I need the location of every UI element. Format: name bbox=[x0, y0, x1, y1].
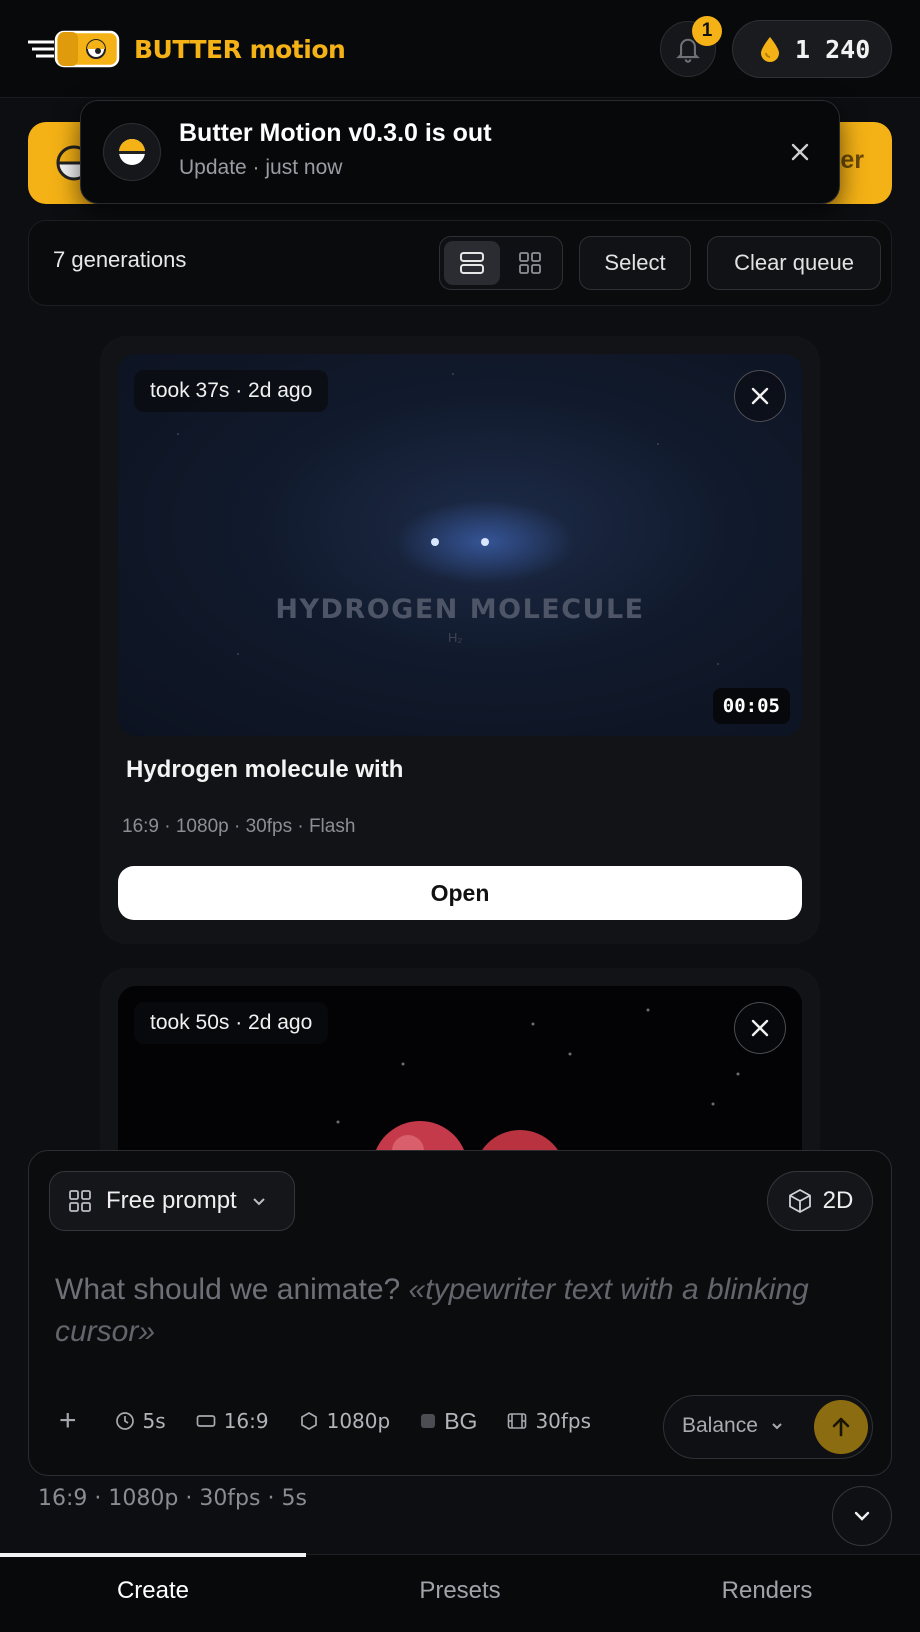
toast-title: Butter Motion v0.3.0 is out bbox=[179, 119, 492, 147]
grid-view-icon bbox=[519, 252, 541, 274]
grid-icon bbox=[69, 1190, 91, 1212]
chevron-down-icon bbox=[772, 1423, 782, 1430]
list-view-icon bbox=[460, 252, 484, 274]
toast-subtitle: Update · just now bbox=[179, 156, 343, 179]
update-toast: Butter Motion v0.3.0 is out Update · jus… bbox=[80, 100, 840, 204]
clock-icon bbox=[115, 1412, 134, 1430]
add-attachment-button[interactable]: + bbox=[59, 1404, 77, 1438]
duration-value: 5s bbox=[142, 1409, 166, 1433]
prompt-placeholder-lead: What should we animate? bbox=[55, 1273, 401, 1306]
dimension-toggle[interactable]: 2D bbox=[767, 1171, 873, 1231]
send-controls: Balance bbox=[663, 1395, 873, 1459]
arrow-up-icon bbox=[832, 1417, 850, 1437]
duration-badge: 00:05 bbox=[712, 688, 790, 724]
banner-action-label[interactable]: er bbox=[840, 146, 864, 175]
generations-toolbar: 7 generations Select Clear queue bbox=[28, 220, 892, 306]
remove-generation-button[interactable] bbox=[734, 370, 786, 422]
generation-time-badge: took 37s · 2d ago bbox=[134, 370, 329, 412]
app-header: BUTTER motion 1 1 240 bbox=[0, 0, 920, 98]
close-icon bbox=[751, 1019, 769, 1037]
background-swatch-icon bbox=[421, 1414, 436, 1428]
video-caption: HYDROGEN MOLECULE bbox=[275, 594, 645, 625]
remove-generation-button[interactable] bbox=[734, 1002, 786, 1054]
bottom-navigation: Create Presets Renders bbox=[0, 1553, 920, 1632]
clear-queue-button[interactable]: Clear queue bbox=[707, 236, 881, 290]
butter-logo-icon bbox=[28, 30, 120, 68]
quality-selector[interactable]: Balance bbox=[682, 1414, 784, 1438]
hexagon-icon bbox=[300, 1412, 317, 1430]
resolution-value: 1080p bbox=[326, 1409, 391, 1433]
chevron-down-icon bbox=[253, 1198, 265, 1206]
dimension-label: 2D bbox=[822, 1187, 854, 1214]
aspect-option[interactable]: 16:9 bbox=[196, 1409, 269, 1433]
video-preview[interactable]: HYDROGEN MOLECULE H₂ took 37s · 2d ago 0… bbox=[118, 354, 802, 736]
card-meta: 16:9 · 1080p · 30fps · Flash bbox=[122, 816, 356, 837]
generation-options: + 5s 16:9 1080p BG 30fps bbox=[59, 1399, 621, 1443]
butter-mascot-icon bbox=[119, 139, 145, 165]
send-button[interactable] bbox=[814, 1400, 868, 1454]
toast-avatar bbox=[103, 123, 161, 181]
video-subcaption: H₂ bbox=[448, 630, 463, 645]
cube-icon bbox=[788, 1189, 811, 1213]
brand-name: BUTTER motion bbox=[134, 34, 346, 64]
prompt-input[interactable]: What should we animate? «typewriter text… bbox=[55, 1269, 845, 1353]
prompt-composer: Free prompt 2D What should we animate? «… bbox=[28, 1150, 892, 1476]
background-option[interactable]: BG bbox=[420, 1408, 477, 1435]
view-toggle bbox=[439, 236, 563, 290]
brand-logo[interactable]: BUTTER motion bbox=[28, 28, 346, 70]
close-icon bbox=[751, 387, 769, 405]
fps-value: 30fps bbox=[535, 1409, 592, 1433]
quality-label: Balance bbox=[682, 1414, 758, 1437]
mode-label: Free prompt bbox=[106, 1187, 237, 1214]
chevron-down-icon bbox=[854, 1511, 870, 1521]
generations-count: 7 generations bbox=[53, 247, 187, 272]
generation-time-badge: took 50s · 2d ago bbox=[134, 1002, 329, 1044]
credits-pill[interactable]: 1 240 bbox=[732, 20, 892, 78]
duration-option[interactable]: 5s bbox=[115, 1409, 166, 1433]
aspect-value: 16:9 bbox=[223, 1409, 269, 1433]
fps-option[interactable]: 30fps bbox=[507, 1409, 591, 1433]
settings-summary: 16:9 · 1080p · 30fps · 5s bbox=[38, 1486, 307, 1511]
collapse-composer-button[interactable] bbox=[832, 1486, 892, 1546]
select-button[interactable]: Select bbox=[579, 236, 691, 290]
mode-selector[interactable]: Free prompt bbox=[49, 1171, 295, 1231]
aspect-ratio-icon bbox=[196, 1415, 216, 1427]
tab-renders[interactable]: Renders bbox=[614, 1555, 920, 1632]
close-icon[interactable] bbox=[787, 139, 813, 165]
resolution-option[interactable]: 1080p bbox=[299, 1409, 391, 1433]
list-view-button[interactable] bbox=[444, 241, 500, 285]
tab-create[interactable]: Create bbox=[0, 1555, 306, 1632]
card-title: Hydrogen molecule with bbox=[126, 756, 404, 783]
tab-presets[interactable]: Presets bbox=[307, 1555, 613, 1632]
notification-badge: 1 bbox=[692, 16, 722, 46]
open-button[interactable]: Open bbox=[118, 866, 802, 920]
notifications-button[interactable]: 1 bbox=[660, 16, 722, 77]
grid-view-button[interactable] bbox=[502, 241, 558, 285]
film-icon bbox=[508, 1413, 527, 1429]
background-value: BG bbox=[444, 1407, 478, 1434]
generation-card: HYDROGEN MOLECULE H₂ took 37s · 2d ago 0… bbox=[100, 336, 820, 944]
credits-value: 1 240 bbox=[795, 34, 871, 64]
butter-drop-icon bbox=[761, 37, 779, 62]
